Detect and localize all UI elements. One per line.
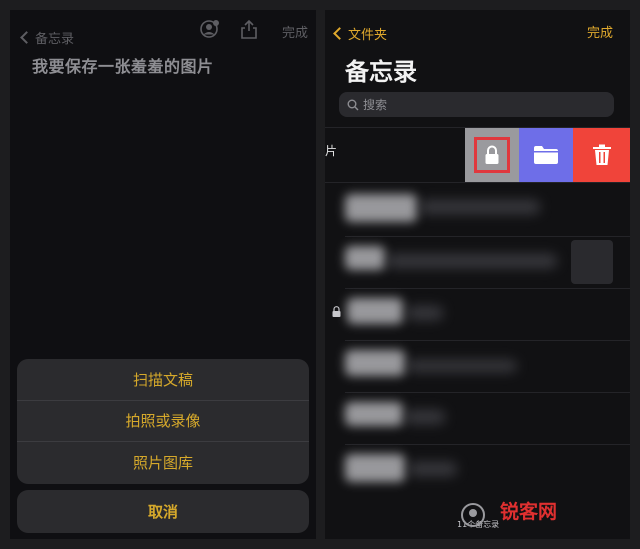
- lock-note-button[interactable]: [465, 128, 519, 182]
- note-row-swiped[interactable]: 片: [325, 142, 337, 159]
- divider: [325, 182, 630, 183]
- list-item-detail: [405, 410, 445, 424]
- list-item[interactable]: [345, 246, 385, 270]
- search-bar[interactable]: [339, 92, 614, 117]
- list-item[interactable]: [345, 350, 405, 376]
- list-item-detail: [387, 254, 557, 268]
- list-item[interactable]: [345, 402, 403, 426]
- list-item[interactable]: [345, 194, 417, 222]
- note-title[interactable]: 我要保存一张羞羞的图片: [32, 53, 214, 77]
- folder-icon: [534, 146, 558, 164]
- right-phone-screen: 文件夹 完成 备忘录 片: [325, 10, 630, 539]
- watermark-text: 锐客网: [500, 501, 558, 523]
- divider: [345, 340, 630, 341]
- chevron-left-icon: [333, 27, 346, 40]
- divider: [345, 288, 630, 289]
- page-title: 备忘录: [345, 58, 417, 86]
- list-item-detail: [407, 360, 517, 372]
- chevron-left-icon: [20, 31, 33, 44]
- left-phone-screen: 备忘录 完成 我要保存一张羞羞的图片 扫描文稿 拍照或录像 照片图库 取消: [10, 10, 316, 539]
- photo-library-option[interactable]: 照片图库: [17, 442, 309, 484]
- folders-back-button[interactable]: 文件夹: [331, 24, 387, 43]
- divider: [345, 444, 630, 445]
- search-input[interactable]: [363, 97, 583, 112]
- action-sheet: 扫描文稿 拍照或录像 照片图库: [17, 359, 309, 484]
- highlight-box: [474, 137, 510, 173]
- list-item-detail: [420, 200, 540, 214]
- list-item-detail: [407, 306, 443, 320]
- delete-note-button[interactable]: [573, 128, 630, 182]
- list-item-detail: [409, 462, 457, 476]
- search-icon: [347, 99, 359, 110]
- lock-icon: [485, 145, 499, 164]
- note-thumbnail: [571, 240, 613, 284]
- done-button[interactable]: 完成: [587, 22, 613, 41]
- share-icon[interactable]: [240, 19, 258, 39]
- divider: [345, 392, 630, 393]
- take-photo-option[interactable]: 拍照或录像: [17, 401, 309, 443]
- back-label: 备忘录: [35, 32, 75, 47]
- list-item[interactable]: [345, 454, 405, 482]
- watermark-logo-icon: [461, 503, 485, 527]
- person-icon[interactable]: [200, 20, 220, 38]
- cancel-button[interactable]: 取消: [17, 490, 309, 533]
- back-label: 文件夹: [348, 28, 388, 43]
- divider: [345, 236, 630, 237]
- move-note-button[interactable]: [519, 128, 573, 182]
- list-item[interactable]: [347, 298, 403, 324]
- done-button[interactable]: 完成: [282, 22, 308, 41]
- lock-icon: [332, 306, 341, 317]
- back-button[interactable]: 备忘录: [18, 28, 74, 47]
- scan-document-option[interactable]: 扫描文稿: [17, 359, 309, 401]
- trash-icon: [592, 144, 611, 165]
